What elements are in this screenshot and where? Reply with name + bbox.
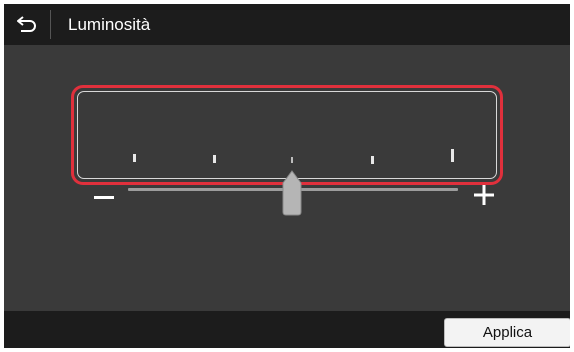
slider-thumb[interactable] — [281, 170, 303, 216]
back-arrow-icon — [17, 15, 36, 32]
slider-tick-3 — [291, 157, 293, 163]
plus-icon — [474, 185, 494, 205]
back-button[interactable] — [4, 4, 50, 45]
slider-tick-1 — [133, 154, 136, 162]
decrease-button[interactable] — [92, 186, 116, 210]
slider-tick-4 — [371, 156, 374, 164]
title-bar: Luminosità — [4, 4, 570, 45]
page-title: Luminosità — [68, 15, 151, 34]
minus-icon — [94, 196, 114, 199]
increase-button[interactable] — [472, 183, 496, 207]
slider-tick-2 — [213, 155, 216, 163]
slider-tick-5 — [451, 149, 454, 162]
device-screen: Luminosità Applica — [4, 4, 570, 348]
slider-thumb-shape — [282, 170, 302, 216]
brightness-slider-panel — [77, 91, 497, 179]
title-separator — [50, 10, 51, 39]
apply-button[interactable]: Applica — [444, 318, 570, 347]
